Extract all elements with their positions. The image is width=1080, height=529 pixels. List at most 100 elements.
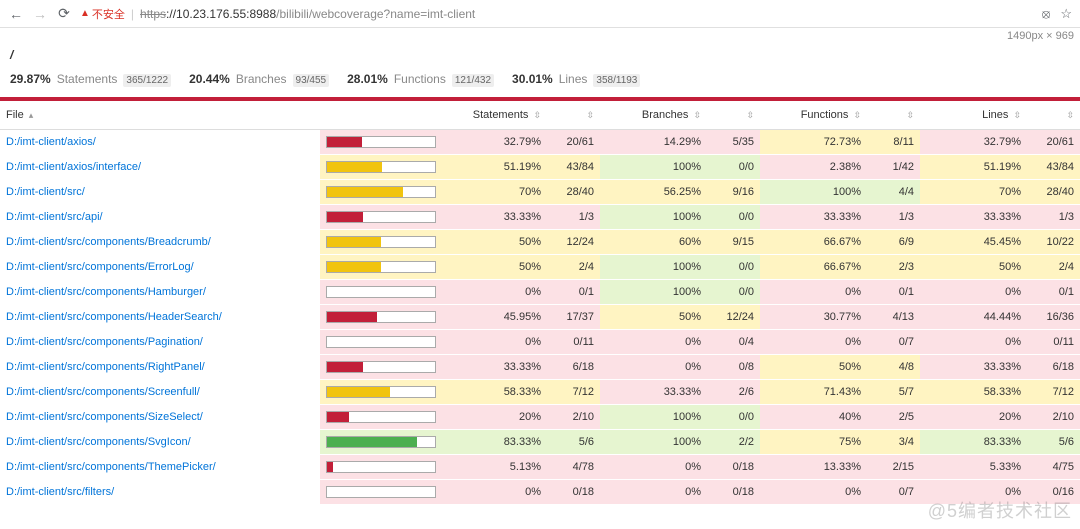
col-branches[interactable]: Branches ⇳ xyxy=(600,101,707,130)
lines-frac: 10/22 xyxy=(1027,230,1080,255)
file-link[interactable]: D:/imt-client/src/api/ xyxy=(6,211,103,223)
viewport-dimensions: 1490px × 969 xyxy=(0,28,1080,42)
bar-cell xyxy=(320,405,440,430)
statements-pct: 50% xyxy=(440,230,547,255)
coverage-bar xyxy=(326,261,436,273)
file-link[interactable]: D:/imt-client/src/ xyxy=(6,186,85,198)
col-file[interactable]: File ▴ xyxy=(0,101,320,130)
functions-frac: 0/7 xyxy=(867,330,920,355)
bookmark-star-icon[interactable]: ☆ xyxy=(1060,6,1072,22)
branches-frac: 0/0 xyxy=(707,405,760,430)
bar-cell xyxy=(320,380,440,405)
col-statements[interactable]: Statements ⇳ xyxy=(440,101,547,130)
statements-pct: 45.95% xyxy=(440,305,547,330)
sort-icon: ⇳ xyxy=(533,110,541,120)
bar-cell xyxy=(320,305,440,330)
col-branches-frac[interactable]: ⇳ xyxy=(707,101,760,130)
address-bar[interactable]: 不安全 | https://10.23.176.55:8988/bilibili… xyxy=(80,6,1034,22)
statements-pct: 33.33% xyxy=(440,355,547,380)
translate-icon[interactable]: ⦻ xyxy=(1042,6,1051,22)
file-cell: D:/imt-client/src/components/ThemePicker… xyxy=(0,455,320,480)
bar-cell xyxy=(320,180,440,205)
forward-button[interactable]: → xyxy=(32,6,48,22)
summary-frac: 365/1222 xyxy=(123,74,171,87)
functions-pct: 0% xyxy=(760,280,867,305)
table-row: D:/imt-client/src/components/ErrorLog/50… xyxy=(0,255,1080,280)
col-bar xyxy=(320,101,440,130)
statements-pct: 83.33% xyxy=(440,430,547,455)
file-cell: D:/imt-client/src/components/SvgIcon/ xyxy=(0,430,320,455)
summary-pct: 30.01% xyxy=(512,72,553,86)
table-header-row: File ▴ Statements ⇳ ⇳ Branches ⇳ ⇳ Funct… xyxy=(0,101,1080,130)
file-link[interactable]: D:/imt-client/src/filters/ xyxy=(6,486,114,498)
branches-pct: 50% xyxy=(600,305,707,330)
col-lines-frac[interactable]: ⇳ xyxy=(1027,101,1080,130)
lines-frac: 2/10 xyxy=(1027,405,1080,430)
file-link[interactable]: D:/imt-client/src/components/ErrorLog/ xyxy=(6,261,194,273)
branches-pct: 0% xyxy=(600,480,707,505)
file-link[interactable]: D:/imt-client/src/components/Pagination/ xyxy=(6,336,203,348)
branches-pct: 0% xyxy=(600,355,707,380)
statements-pct: 51.19% xyxy=(440,155,547,180)
lines-frac: 6/18 xyxy=(1027,355,1080,380)
sort-icon: ⇳ xyxy=(853,110,861,120)
bar-cell xyxy=(320,230,440,255)
sort-icon: ⇳ xyxy=(1013,110,1021,120)
file-link[interactable]: D:/imt-client/src/components/Hamburger/ xyxy=(6,286,206,298)
back-button[interactable]: ← xyxy=(8,6,24,22)
file-cell: D:/imt-client/src/components/SizeSelect/ xyxy=(0,405,320,430)
file-link[interactable]: D:/imt-client/axios/interface/ xyxy=(6,161,141,173)
separator: | xyxy=(131,7,134,21)
col-lines[interactable]: Lines ⇳ xyxy=(920,101,1027,130)
file-link[interactable]: D:/imt-client/src/components/RightPanel/ xyxy=(6,361,205,373)
file-link[interactable]: D:/imt-client/src/components/Screenfull/ xyxy=(6,386,200,398)
branches-pct: 100% xyxy=(600,405,707,430)
lines-frac: 20/61 xyxy=(1027,130,1080,155)
lines-frac: 4/75 xyxy=(1027,455,1080,480)
file-cell: D:/imt-client/src/api/ xyxy=(0,205,320,230)
lines-pct: 51.19% xyxy=(920,155,1027,180)
reload-button[interactable]: ⟳ xyxy=(56,6,72,22)
file-link[interactable]: D:/imt-client/axios/ xyxy=(6,136,96,148)
functions-frac: 1/42 xyxy=(867,155,920,180)
file-cell: D:/imt-client/src/ xyxy=(0,180,320,205)
file-cell: D:/imt-client/src/components/RightPanel/ xyxy=(0,355,320,380)
summary-label: Functions xyxy=(394,72,446,86)
col-functions[interactable]: Functions ⇳ xyxy=(760,101,867,130)
file-cell: D:/imt-client/src/components/Hamburger/ xyxy=(0,280,320,305)
functions-frac: 2/3 xyxy=(867,255,920,280)
statements-frac: 12/24 xyxy=(547,230,600,255)
sort-icon: ⇳ xyxy=(693,110,701,120)
functions-frac: 4/4 xyxy=(867,180,920,205)
branches-frac: 0/0 xyxy=(707,205,760,230)
lines-pct: 0% xyxy=(920,280,1027,305)
branches-frac: 2/6 xyxy=(707,380,760,405)
summary-item: 28.01%Functions121/432 xyxy=(347,72,494,87)
file-cell: D:/imt-client/src/filters/ xyxy=(0,480,320,505)
summary-pct: 20.44% xyxy=(189,72,230,86)
functions-frac: 8/11 xyxy=(867,130,920,155)
branches-pct: 100% xyxy=(600,155,707,180)
file-link[interactable]: D:/imt-client/src/components/SizeSelect/ xyxy=(6,411,203,423)
col-statements-frac[interactable]: ⇳ xyxy=(547,101,600,130)
statements-pct: 33.33% xyxy=(440,205,547,230)
summary-frac: 358/1193 xyxy=(593,74,640,87)
file-link[interactable]: D:/imt-client/src/components/ThemePicker… xyxy=(6,461,216,473)
functions-frac: 6/9 xyxy=(867,230,920,255)
branches-pct: 0% xyxy=(600,455,707,480)
lines-frac: 0/16 xyxy=(1027,480,1080,505)
functions-pct: 72.73% xyxy=(760,130,867,155)
statements-pct: 32.79% xyxy=(440,130,547,155)
coverage-bar xyxy=(326,136,436,148)
file-cell: D:/imt-client/src/components/Breadcrumb/ xyxy=(0,230,320,255)
statements-frac: 2/10 xyxy=(547,405,600,430)
col-functions-frac[interactable]: ⇳ xyxy=(867,101,920,130)
table-row: D:/imt-client/src/components/RightPanel/… xyxy=(0,355,1080,380)
functions-pct: 40% xyxy=(760,405,867,430)
coverage-bar xyxy=(326,186,436,198)
file-link[interactable]: D:/imt-client/src/components/HeaderSearc… xyxy=(6,311,222,323)
file-link[interactable]: D:/imt-client/src/components/Breadcrumb/ xyxy=(6,236,211,248)
lines-pct: 20% xyxy=(920,405,1027,430)
statements-frac: 20/61 xyxy=(547,130,600,155)
file-link[interactable]: D:/imt-client/src/components/SvgIcon/ xyxy=(6,436,191,448)
